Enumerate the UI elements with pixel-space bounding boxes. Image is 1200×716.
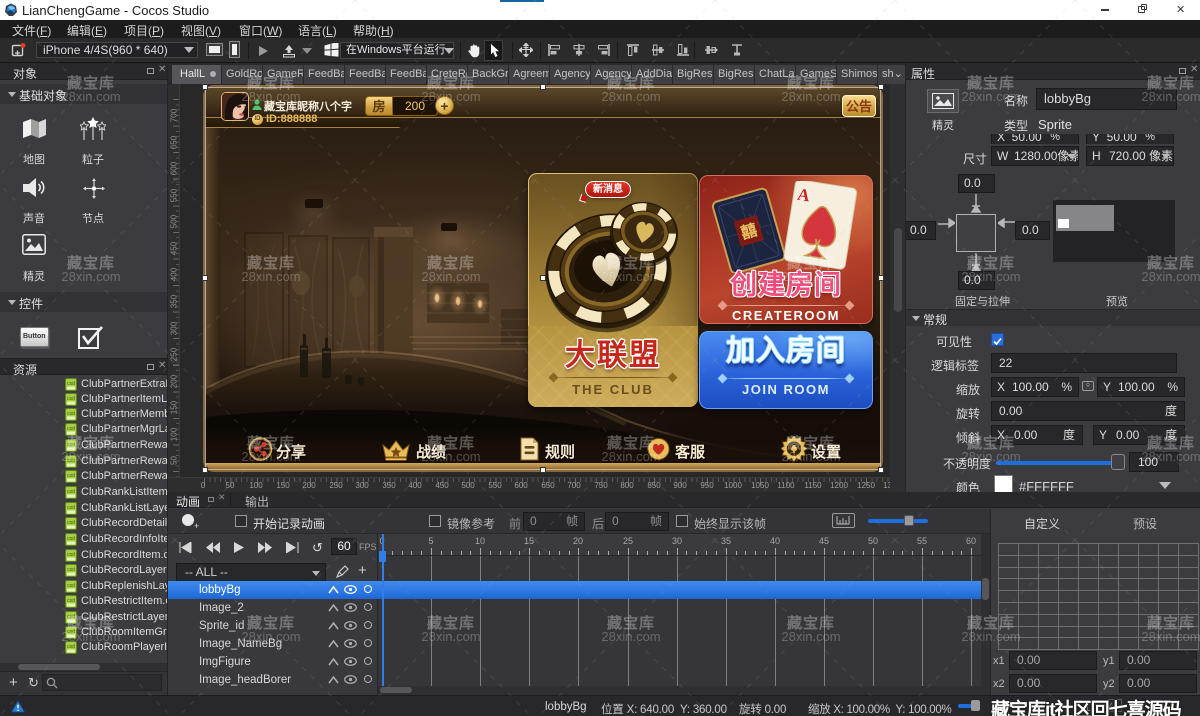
svg-text:csd: csd (67, 426, 75, 432)
svg-text:csd: csd (67, 411, 75, 417)
svg-text:csd: csd (67, 552, 75, 558)
svg-text:csd: csd (67, 644, 75, 650)
svg-text:csd: csd (67, 442, 75, 448)
svg-text:csd: csd (67, 473, 75, 479)
svg-text:csd: csd (67, 583, 75, 589)
svg-text:csd: csd (67, 520, 75, 526)
svg-text:csd: csd (67, 614, 75, 620)
svg-text:csd: csd (67, 381, 75, 387)
svg-text:csd: csd (67, 396, 75, 402)
svg-text:csd: csd (67, 505, 75, 511)
svg-text:csd: csd (67, 567, 75, 573)
svg-text:csd: csd (67, 489, 75, 495)
svg-text:csd: csd (67, 598, 75, 604)
svg-text:csd: csd (67, 458, 75, 464)
svg-text:csd: csd (67, 629, 75, 635)
svg-text:csd: csd (67, 536, 75, 542)
